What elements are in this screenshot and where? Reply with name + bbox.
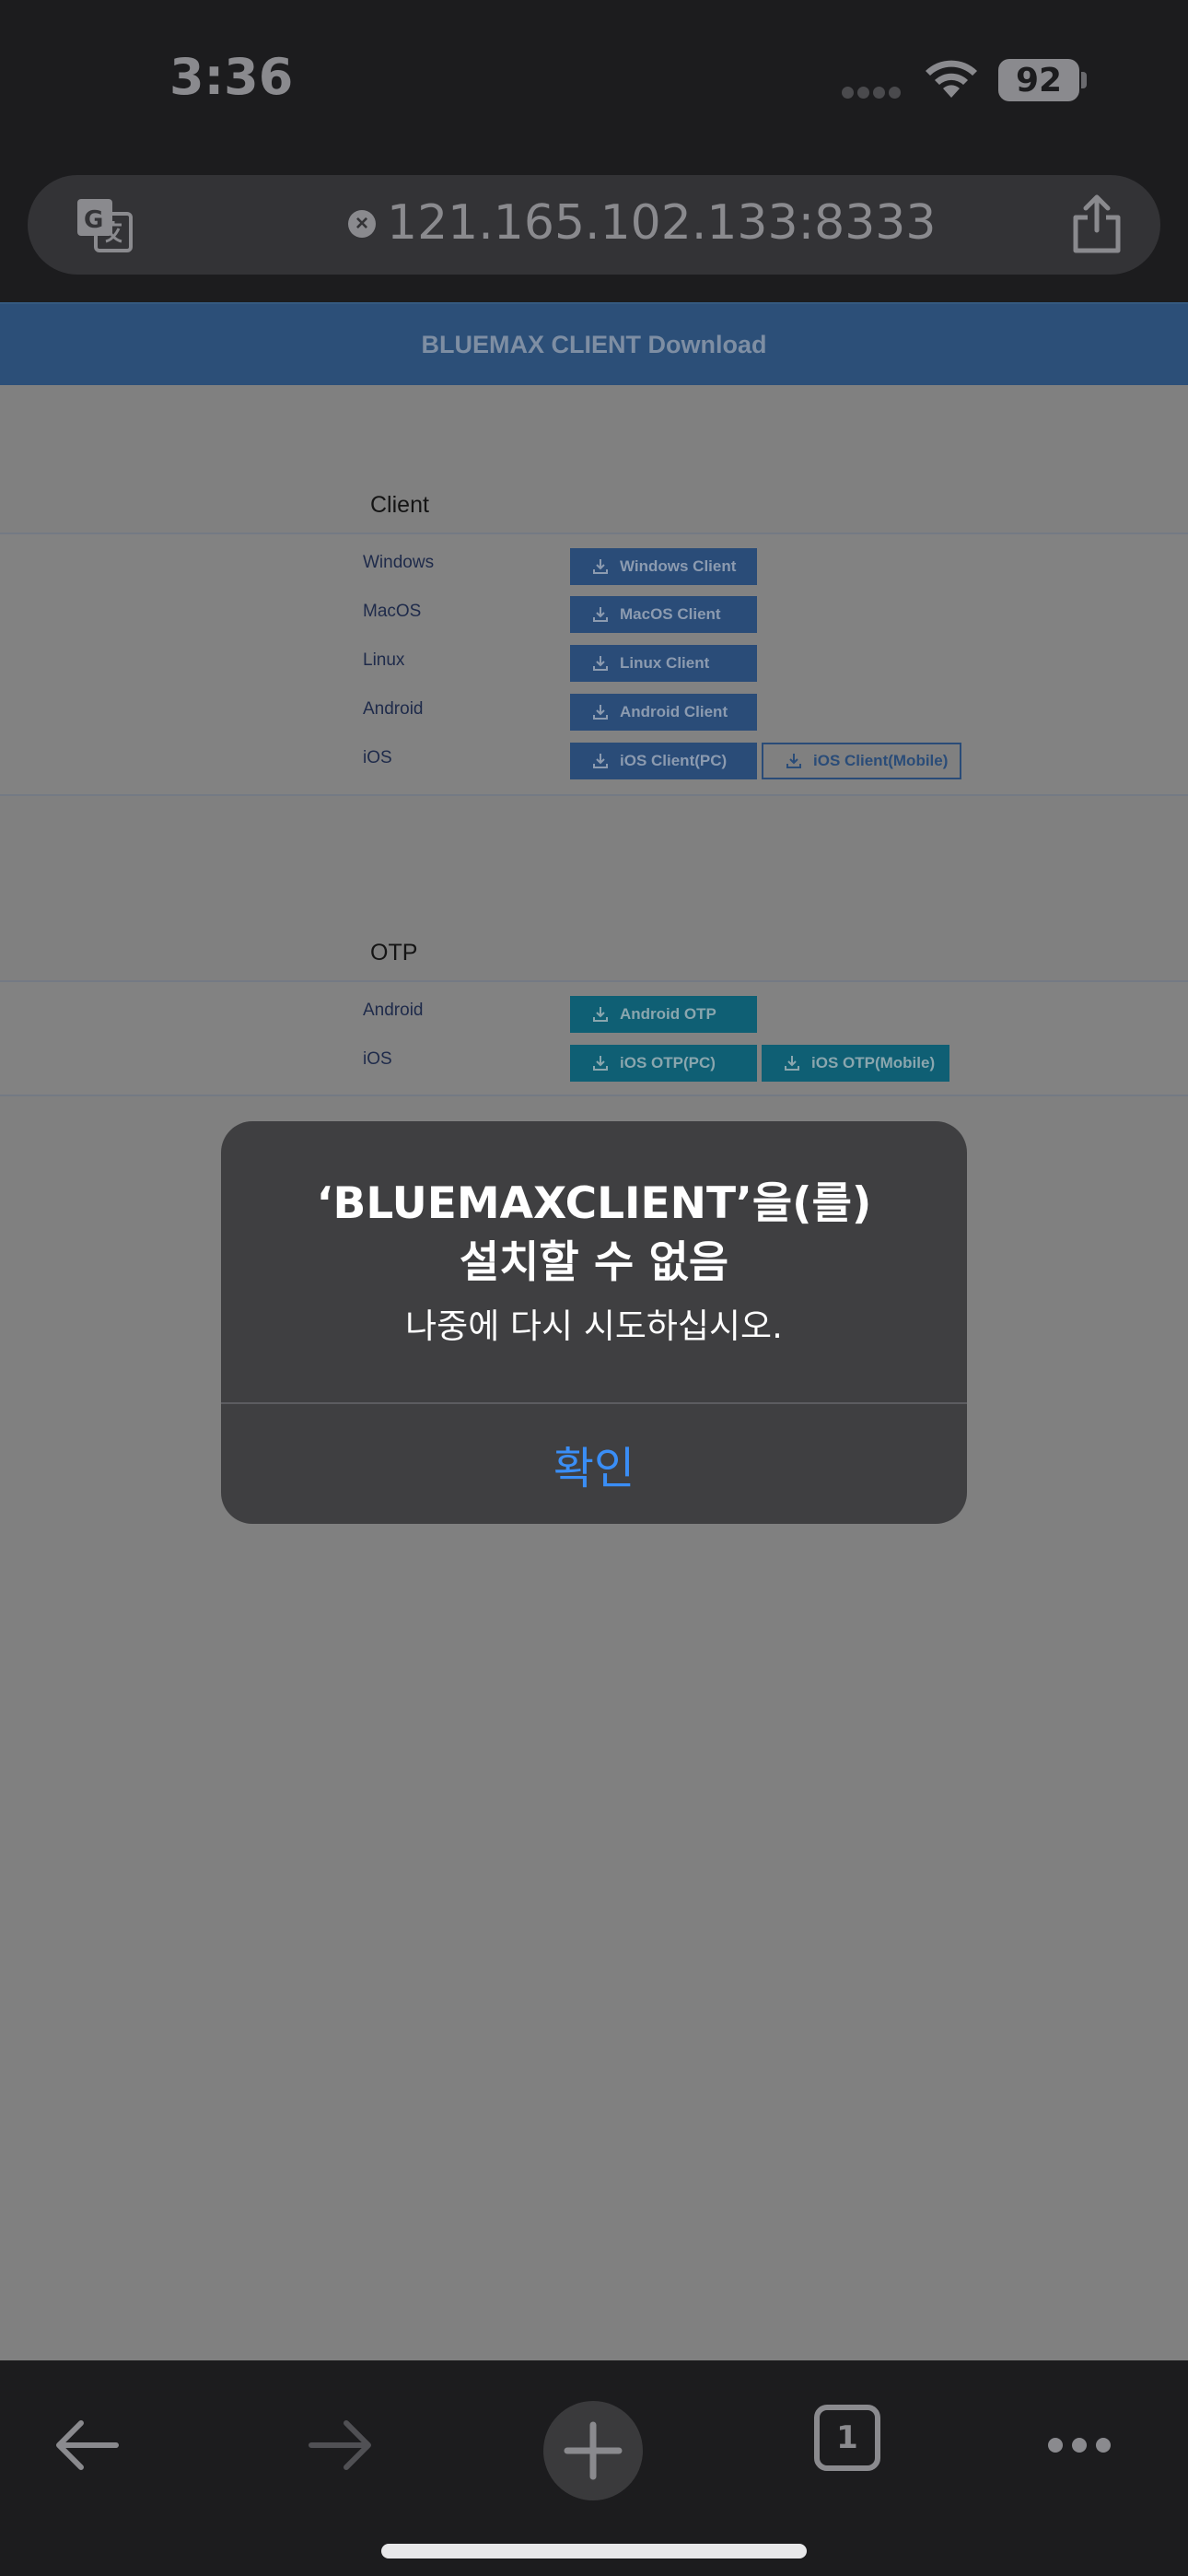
download-icon	[593, 656, 608, 671]
client-row-label-macos: MacOS	[363, 602, 422, 621]
windows-client-button-label: Windows Client	[620, 557, 737, 575]
download-icon	[593, 559, 608, 574]
ios-client-pc-button[interactable]: iOS Client(PC)	[570, 743, 757, 779]
ios-otp-pc-button-label: iOS OTP(PC)	[620, 1054, 716, 1071]
page-header-title: BLUEMAX CLIENT Download	[421, 330, 767, 358]
status-time: 3:36	[169, 48, 294, 106]
download-icon	[593, 607, 608, 622]
back-arrow-icon[interactable]	[53, 2418, 120, 2473]
android-otp-button-label: Android OTP	[620, 1005, 716, 1023]
alert-message: 나중에 다시 시도하십시오.	[405, 1306, 783, 1346]
new-tab-button[interactable]	[543, 2401, 643, 2500]
ios-otp-mobile-button-label: iOS OTP(Mobile)	[811, 1054, 936, 1071]
address-bar[interactable]: G × 121.165.102.133:8333	[28, 175, 1160, 275]
ios-client-mobile-button[interactable]: iOS Client(Mobile)	[762, 743, 961, 779]
client-row-label-linux: Linux	[363, 650, 405, 670]
otp-section-title: OTP	[370, 940, 418, 966]
alert-title: ‘BLUEMAXCLIENT’을(를) 설치할 수 없음	[221, 1175, 967, 1293]
linux-client-button-label: Linux Client	[620, 654, 710, 672]
windows-client-button[interactable]: Windows Client	[570, 548, 757, 585]
page-header: BLUEMAX CLIENT Download	[0, 302, 1188, 385]
otp-row-label-android: Android	[363, 1001, 424, 1020]
client-row-label-ios: iOS	[363, 748, 392, 767]
alert-title-line2: 설치할 수 없음	[459, 1237, 729, 1288]
android-client-button[interactable]: Android Client	[570, 694, 757, 731]
ios-client-mobile-button-label: iOS Client(Mobile)	[813, 752, 949, 769]
cellular-signal-icon	[842, 87, 906, 100]
alert-confirm-button[interactable]: 확인	[221, 1404, 967, 1524]
client-row-label-windows: Windows	[363, 553, 435, 572]
alert-title-line1: ‘BLUEMAXCLIENT’을(를)	[316, 1178, 872, 1229]
battery-indicator: 92	[998, 59, 1079, 101]
wifi-icon	[926, 60, 977, 98]
android-otp-button[interactable]: Android OTP	[570, 996, 757, 1033]
url-text[interactable]: 121.165.102.133:8333	[387, 195, 936, 251]
clear-url-icon[interactable]: ×	[348, 210, 376, 238]
client-section-bottom-divider	[0, 794, 1188, 796]
android-client-button-label: Android Client	[620, 703, 728, 720]
download-icon	[785, 1056, 799, 1071]
download-icon	[593, 754, 608, 768]
forward-arrow-icon[interactable]	[308, 2418, 374, 2473]
home-indicator	[381, 2544, 807, 2558]
download-icon	[593, 705, 608, 720]
download-icon	[786, 754, 801, 768]
linux-client-button[interactable]: Linux Client	[570, 645, 757, 682]
share-icon[interactable]	[1068, 193, 1125, 254]
browser-top-chrome: 3:36 92 G × 121.165.102.133:8333	[0, 0, 1188, 302]
install-error-alert: ‘BLUEMAXCLIENT’을(를) 설치할 수 없음 나중에 다시 시도하십…	[221, 1121, 967, 1524]
ios-client-pc-button-label: iOS Client(PC)	[620, 752, 728, 769]
client-row-label-android: Android	[363, 699, 424, 719]
more-options-icon[interactable]	[1046, 2434, 1112, 2456]
download-icon	[593, 1056, 608, 1071]
browser-bottom-toolbar: 1	[0, 2360, 1188, 2576]
macos-client-button[interactable]: MacOS Client	[570, 596, 757, 633]
ios-otp-pc-button[interactable]: iOS OTP(PC)	[570, 1045, 757, 1082]
translate-icon[interactable]: G	[76, 197, 133, 252]
client-section-title: Client	[370, 492, 429, 518]
macos-client-button-label: MacOS Client	[620, 605, 721, 623]
otp-row-label-ios: iOS	[363, 1049, 392, 1069]
otp-section-bottom-divider	[0, 1095, 1188, 1096]
battery-tip	[1081, 72, 1087, 88]
ios-otp-mobile-button[interactable]: iOS OTP(Mobile)	[762, 1045, 949, 1082]
plus-icon	[564, 2421, 623, 2480]
tab-switcher-button[interactable]: 1	[814, 2405, 880, 2471]
svg-text:G: G	[84, 206, 103, 234]
download-icon	[593, 1007, 608, 1022]
